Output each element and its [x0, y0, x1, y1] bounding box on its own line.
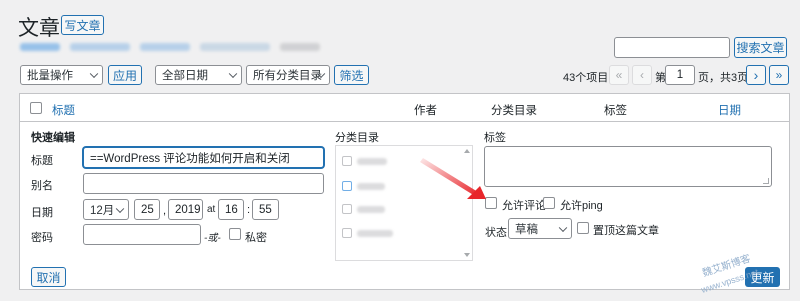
annotation-arrow-icon	[420, 158, 486, 199]
